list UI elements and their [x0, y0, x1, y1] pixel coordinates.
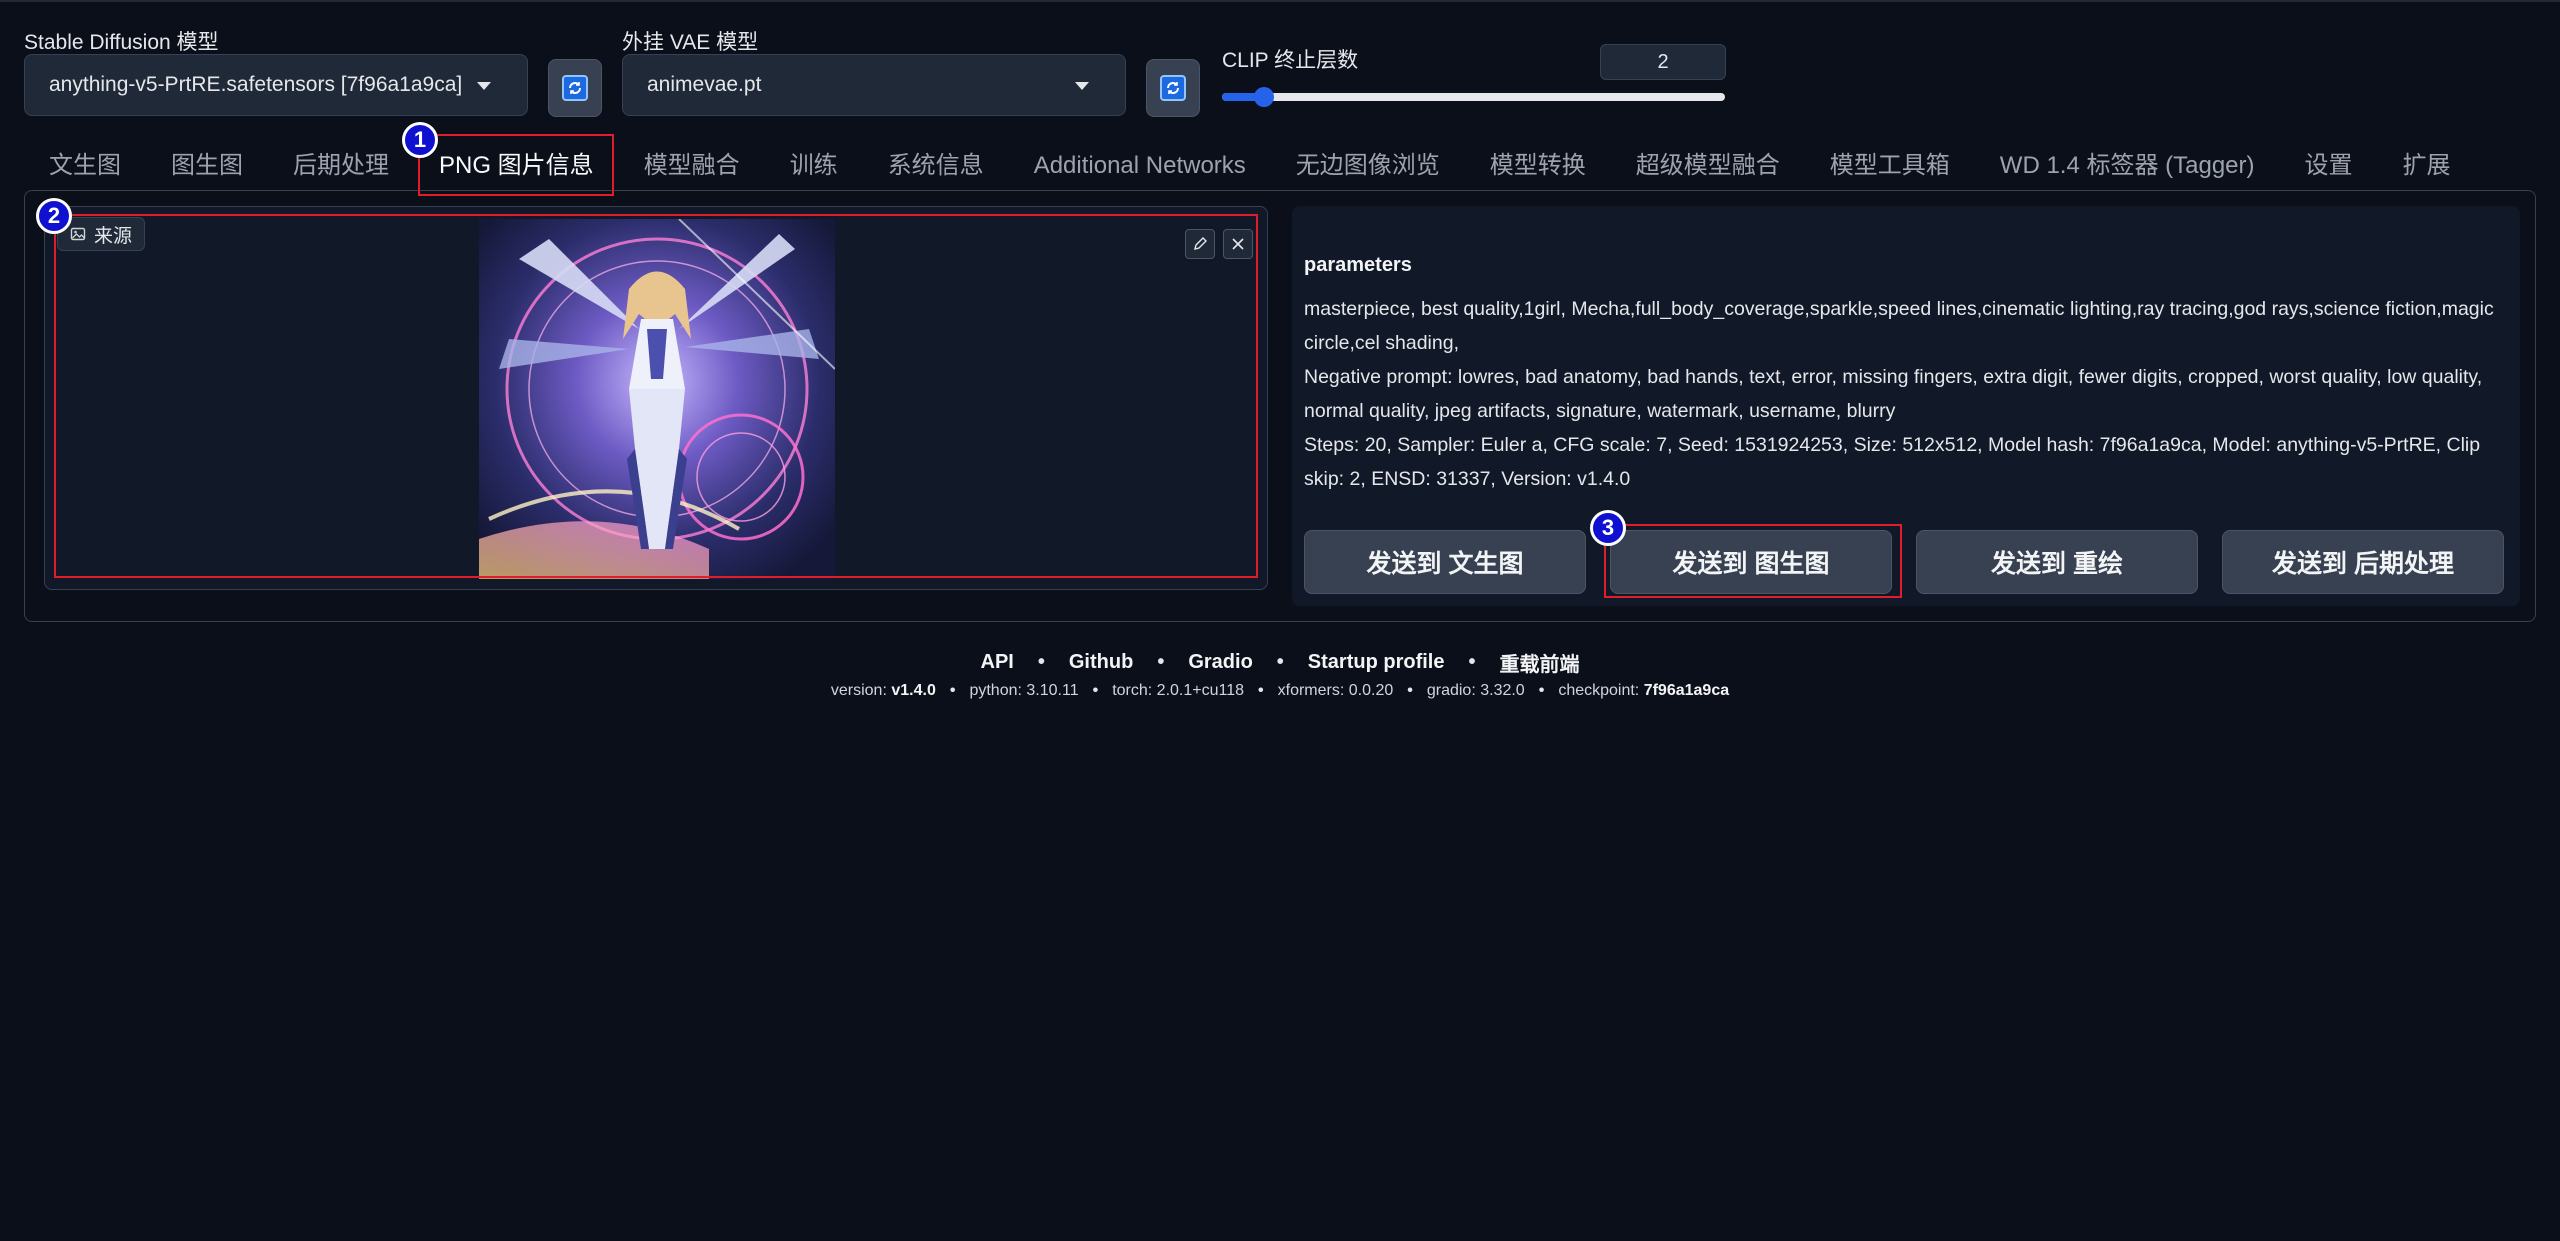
tab-item[interactable]: 图生图	[146, 142, 268, 190]
sd-model-dropdown[interactable]: anything-v5-PrtRE.safetensors [7f96a1a9c…	[24, 54, 528, 116]
top-border	[0, 0, 2560, 2]
version-info: version: v1.4.0 • python: 3.10.11 • torc…	[0, 682, 2560, 700]
refresh-icon	[1160, 75, 1186, 101]
send-to-inpaint-button[interactable]: 发送到 重绘	[1916, 530, 2198, 594]
prompt-text: masterpiece, best quality,1girl, Mecha,f…	[1304, 298, 2494, 354]
separator-dot: •	[1538, 682, 1545, 699]
tab-bar: 文生图 图生图 后期处理 PNG 图片信息 模型融合 训练 系统信息 Additional N…	[24, 142, 2476, 190]
separator-dot: •	[1037, 651, 1045, 673]
chevron-down-icon	[1075, 82, 1089, 90]
clip-skip-number-input[interactable]: 2	[1600, 44, 1726, 80]
tab-item[interactable]: 模型工具箱	[1805, 142, 1975, 190]
torch-version: torch: 2.0.1+cu118	[1112, 682, 1245, 699]
annotation-badge-3: 3	[1590, 510, 1626, 546]
negative-prompt-text: Negative prompt: lowres, bad anatomy, ba…	[1304, 366, 2483, 422]
footer-link-reload-ui[interactable]: 重载前端	[1499, 648, 1579, 677]
refresh-icon	[562, 75, 588, 101]
footer-links: API • Github • Gradio • Startup profile …	[0, 648, 2560, 677]
vae-dropdown[interactable]: animevae.pt	[622, 54, 1126, 116]
slider-thumb[interactable]	[1253, 87, 1274, 107]
footer-link-api[interactable]: API	[981, 651, 1014, 674]
tab-item[interactable]: 超级模型融合	[1611, 142, 1805, 190]
separator-dot: •	[1092, 682, 1099, 699]
sd-model-value: anything-v5-PrtRE.safetensors [7f96a1a9c…	[49, 73, 463, 96]
checkpoint-hash: checkpoint: 7f96a1a9ca	[1558, 682, 1730, 699]
footer-link-gradio[interactable]: Gradio	[1188, 651, 1252, 674]
gradio-version: gradio: 3.32.0	[1426, 682, 1525, 699]
separator-dot: •	[1468, 651, 1476, 673]
annotation-badge-1: 1	[402, 122, 438, 158]
footer-link-github[interactable]: Github	[1069, 651, 1133, 674]
tab-item[interactable]: 后期处理	[268, 142, 414, 190]
annotation-box-1	[418, 134, 614, 196]
python-version: python: 3.10.11	[969, 682, 1079, 699]
separator-dot: •	[1276, 651, 1284, 673]
separator-dot: •	[1407, 682, 1413, 699]
tab-item[interactable]: 无边图像浏览	[1271, 142, 1465, 190]
send-to-extras-button[interactable]: 发送到 后期处理	[2222, 530, 2504, 594]
tab-item[interactable]: WD 1.4 标签器 (Tagger)	[1975, 142, 2280, 190]
tab-item[interactable]: 文生图	[24, 142, 146, 190]
annotation-box-3	[1604, 524, 1902, 598]
tab-item[interactable]: 系统信息	[863, 142, 1009, 190]
chevron-down-icon	[477, 82, 491, 90]
clip-skip-label: CLIP 终止层数	[1222, 49, 1359, 72]
annotation-box-2	[54, 214, 1258, 578]
clip-skip-slider[interactable]	[1222, 87, 1725, 107]
xformers-version: xformers: 0.0.20	[1277, 682, 1394, 699]
tab-item[interactable]: 模型融合	[619, 142, 765, 190]
tab-item[interactable]: 扩展	[2378, 142, 2476, 190]
annotation-badge-2: 2	[36, 198, 72, 234]
generation-info-panel: parameters masterpiece, best quality,1gi…	[1292, 206, 2520, 606]
vae-label: 外挂 VAE 模型	[622, 31, 759, 54]
version-item: version: v1.4.0	[830, 682, 936, 699]
separator-dot: •	[1157, 651, 1165, 673]
vae-value: animevae.pt	[647, 73, 762, 96]
parameters-text: masterpiece, best quality,1girl, Mecha,f…	[1304, 292, 2514, 496]
tab-item[interactable]: 设置	[2280, 142, 2378, 190]
tab-item[interactable]: Additional Networks	[1009, 142, 1271, 190]
tab-item[interactable]: 训练	[765, 142, 863, 190]
footer-link-startup-profile[interactable]: Startup profile	[1308, 651, 1445, 674]
vae-refresh-button[interactable]	[1146, 59, 1200, 117]
sd-model-label: Stable Diffusion 模型	[24, 31, 219, 54]
send-to-txt2img-button[interactable]: 发送到 文生图	[1304, 530, 1586, 594]
settings-text: Steps: 20, Sampler: Euler a, CFG scale: …	[1304, 434, 2481, 490]
separator-dot: •	[1258, 682, 1264, 699]
tab-item[interactable]: 模型转换	[1465, 142, 1611, 190]
parameters-title: parameters	[1304, 254, 1412, 276]
sd-model-refresh-button[interactable]	[548, 59, 602, 117]
separator-dot: •	[949, 682, 956, 699]
